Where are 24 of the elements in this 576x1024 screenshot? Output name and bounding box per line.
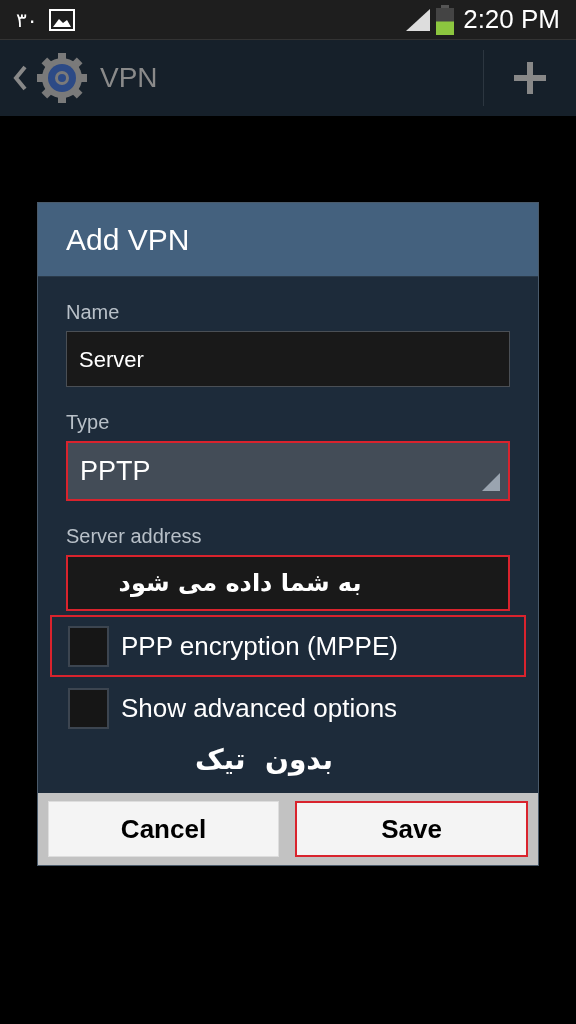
dropdown-corner-icon (482, 473, 500, 491)
dialog-title: Add VPN (66, 222, 190, 258)
image-icon (49, 8, 76, 31)
checkbox[interactable] (68, 687, 109, 729)
save-button[interactable]: Save (295, 801, 528, 857)
field-label: Name (66, 300, 121, 325)
cancel-button[interactable]: Cancel (48, 801, 279, 857)
add-icon[interactable] (512, 60, 548, 96)
field-label: Type (66, 410, 111, 435)
gear-icon (36, 52, 88, 104)
checkbox-row[interactable]: PPP encryption (MPPE) (50, 615, 526, 677)
notification-count: ۳۰ (16, 6, 38, 34)
type-dropdown[interactable]: PPTP (66, 441, 510, 501)
checkbox[interactable] (68, 625, 109, 667)
checkbox-row[interactable]: Show advanced options (50, 677, 526, 739)
back-icon[interactable] (12, 64, 28, 92)
text-field[interactable]: Server (66, 331, 510, 387)
signal-icon (405, 7, 432, 32)
text-field[interactable]: به شما داده می شود (66, 555, 510, 611)
field-label: Server address (66, 524, 203, 549)
annotation-note: بدون تیک (194, 742, 334, 778)
screen-title: VPN (100, 61, 158, 95)
battery-icon (435, 4, 456, 35)
clock: 2:20 PM (463, 3, 560, 36)
